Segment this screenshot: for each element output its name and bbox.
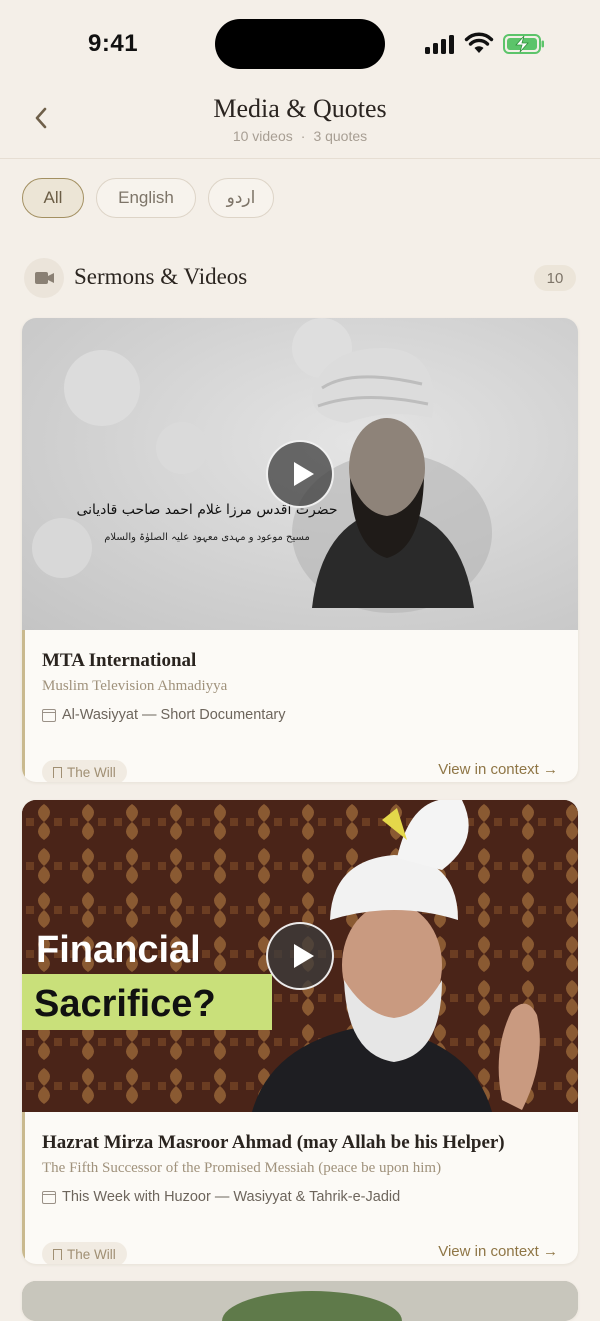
status-bar: 9:41: [0, 0, 600, 90]
card-tag[interactable]: The Will: [42, 760, 127, 782]
sermons-videos-section-header: Sermons & Videos 10: [24, 258, 576, 300]
video-card[interactable]: Financial Sacrifice? Hazrat Mirza Masroo…: [22, 800, 578, 1264]
calendar-icon: [42, 708, 56, 722]
thumb-text-line1: Financial: [36, 929, 201, 971]
filter-all-chip[interactable]: All: [22, 178, 84, 218]
bookmark-icon: [53, 1248, 62, 1260]
view-in-context-link[interactable]: View in context →: [438, 761, 558, 778]
card-tag-label: The Will: [67, 764, 116, 780]
page-title: Media & Quotes: [213, 94, 387, 123]
language-filters: All English اردو: [22, 178, 274, 218]
play-button[interactable]: [266, 440, 334, 508]
section-count-badge: 10: [534, 265, 576, 291]
card-title: Hazrat Mirza Masroor Ahmad (may Allah be…: [42, 1132, 505, 1153]
card-accent-bar: [22, 1112, 25, 1264]
filter-urdu-label: اردو: [226, 188, 256, 207]
subtitle-separator: ·: [300, 128, 306, 144]
view-in-context-link[interactable]: View in context →: [438, 1243, 558, 1260]
filter-urdu-chip[interactable]: اردو: [208, 178, 274, 218]
card-info: Hazrat Mirza Masroor Ahmad (may Allah be…: [42, 1132, 558, 1264]
card-accent-bar: [22, 630, 25, 782]
dynamic-island: [215, 19, 385, 69]
video-thumbnail[interactable]: Financial Sacrifice?: [22, 800, 578, 1112]
play-button[interactable]: [266, 922, 334, 990]
wifi-icon: [464, 32, 494, 53]
video-thumbnail[interactable]: [22, 1281, 578, 1321]
bookmark-icon: [53, 766, 62, 778]
card-program-label: Al-Wasiyyat — Short Documentary: [62, 707, 286, 723]
card-info: MTA International Muslim Television Ahma…: [42, 650, 558, 782]
page-subtitle: 10 videos · 3 quotes: [0, 128, 600, 144]
section-title: Sermons & Videos: [74, 264, 248, 289]
cellular-signal-icon: [425, 34, 457, 54]
filter-english-chip[interactable]: English: [96, 178, 196, 218]
video-card[interactable]: [22, 1281, 578, 1321]
card-tag[interactable]: The Will: [42, 1242, 127, 1264]
card-program: Al-Wasiyyat — Short Documentary: [42, 707, 558, 723]
card-subtitle: Muslim Television Ahmadiyya: [42, 678, 228, 694]
thumb-text-line2: Sacrifice?: [34, 983, 216, 1025]
video-thumbnail[interactable]: حضرت اقدس مرزا غلام احمد صاحب قادیانی مس…: [22, 318, 578, 630]
videos-count: 10 videos: [232, 128, 293, 144]
status-time: 9:41: [88, 30, 139, 57]
thumb-caption-line2: مسیح موعود و مہدی معہود علیہ الصلوٰۃ وال…: [104, 532, 310, 543]
calendar-icon: [42, 1190, 56, 1204]
filter-all-label: All: [43, 188, 63, 207]
filter-english-label: English: [118, 188, 174, 207]
card-program-label: This Week with Huzoor — Wasiyyat & Tahri…: [62, 1189, 401, 1205]
battery-charging-icon: [503, 34, 544, 54]
video-camera-icon: [24, 258, 64, 298]
card-subtitle: The Fifth Successor of the Promised Mess…: [42, 1160, 442, 1176]
card-program: This Week with Huzoor — Wasiyyat & Tahri…: [42, 1189, 558, 1205]
quotes-count: 3 quotes: [313, 128, 368, 144]
card-title: MTA International: [42, 650, 197, 671]
video-card[interactable]: حضرت اقدس مرزا غلام احمد صاحب قادیانی مس…: [22, 318, 578, 782]
nav-header: Media & Quotes 10 videos · 3 quotes: [0, 90, 600, 159]
card-tag-label: The Will: [67, 1246, 116, 1262]
